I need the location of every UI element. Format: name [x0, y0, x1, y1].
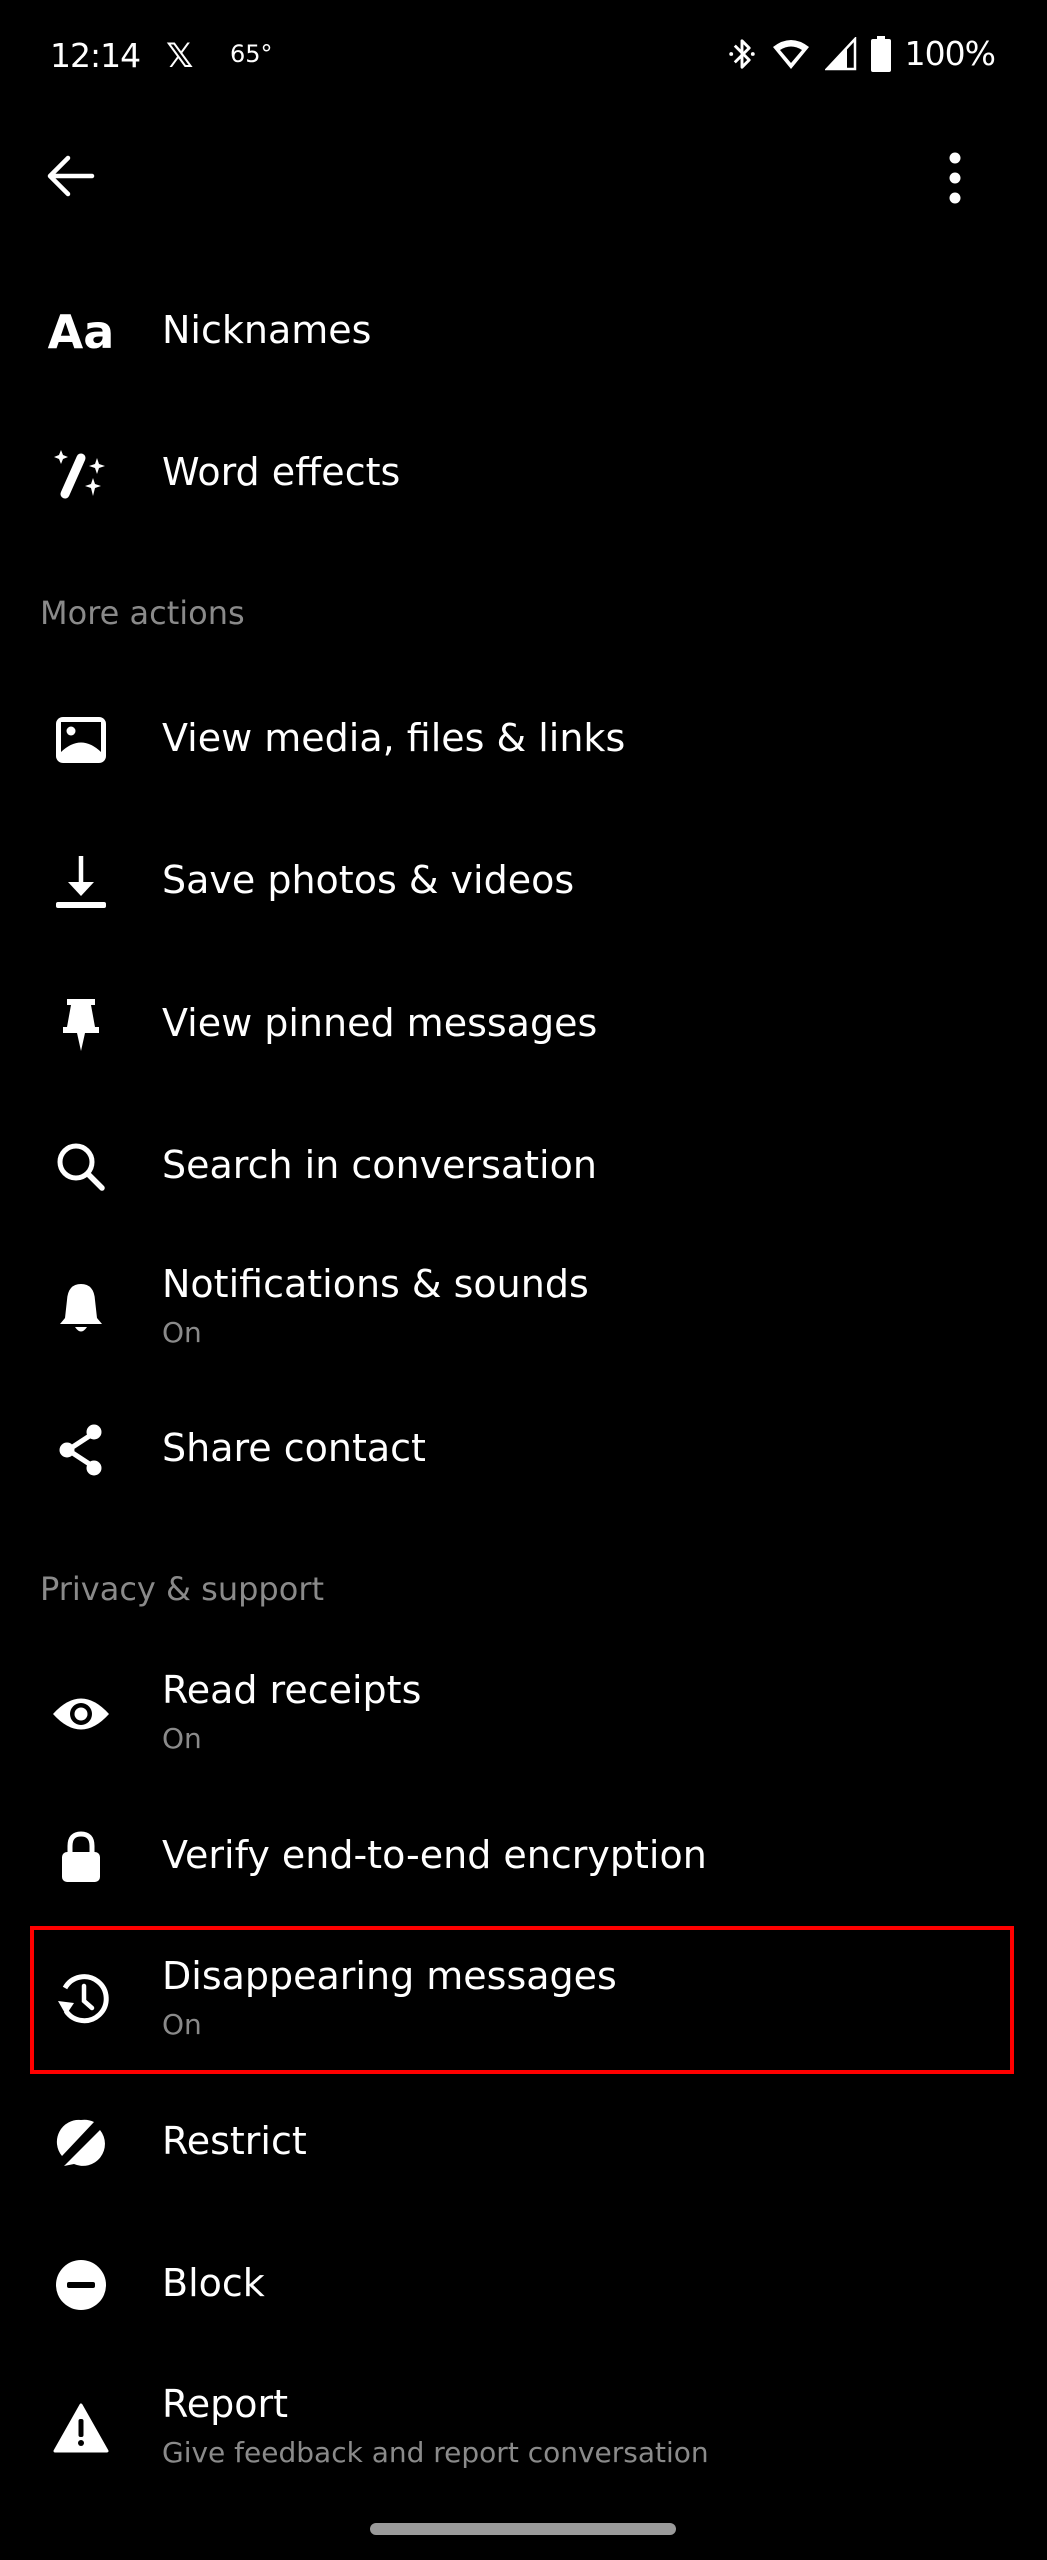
menu-item-label: Nicknames	[162, 308, 372, 352]
menu-item-label: Notifications & sounds	[162, 1262, 589, 1306]
menu-item-label: View pinned messages	[162, 1001, 598, 1045]
block-icon	[46, 2250, 116, 2320]
menu-item-restrict[interactable]: Restrict	[0, 2083, 1047, 2203]
top-toolbar	[0, 140, 1047, 210]
battery-icon	[870, 35, 891, 72]
menu-item-label: Word effects	[162, 450, 401, 494]
text-aa-icon: Aa	[47, 305, 115, 359]
menu-item-notifications[interactable]: Notifications & sounds On	[0, 1248, 1047, 1368]
menu-item-label: View media, files & links	[162, 716, 626, 760]
menu-item-read-receipts[interactable]: Read receipts On	[0, 1654, 1047, 1774]
menu-item-pinned-messages[interactable]: View pinned messages	[0, 965, 1047, 1085]
highlight-box	[30, 1926, 1014, 2074]
share-icon	[46, 1415, 116, 1485]
magic-wand-sparkles-icon	[46, 439, 116, 509]
menu-item-share-contact[interactable]: Share contact	[0, 1390, 1047, 1510]
menu-item-verify-encryption[interactable]: Verify end-to-end encryption	[0, 1797, 1047, 1917]
bell-icon	[46, 1273, 116, 1343]
search-icon	[46, 1132, 116, 1202]
lock-icon	[46, 1822, 116, 1892]
status-bar: 12:14 𝕏 65° 100%	[0, 0, 1047, 115]
menu-item-word-effects[interactable]: Word effects	[0, 414, 1047, 534]
download-icon	[46, 847, 116, 917]
menu-item-view-media[interactable]: View media, files & links	[0, 680, 1047, 800]
wifi-icon	[772, 39, 809, 69]
cellular-signal-icon	[824, 36, 856, 70]
menu-item-search-conversation[interactable]: Search in conversation	[0, 1107, 1047, 1227]
menu-item-label: Share contact	[162, 1426, 426, 1470]
menu-item-label: Restrict	[162, 2119, 307, 2163]
home-gesture-bar[interactable]	[370, 2523, 676, 2535]
back-arrow-icon	[47, 155, 95, 197]
eye-icon	[46, 1679, 116, 1749]
more-options-button[interactable]	[935, 150, 975, 206]
menu-item-block[interactable]: Block	[0, 2225, 1047, 2345]
menu-item-label: Save photos & videos	[162, 858, 575, 902]
bluetooth-icon	[728, 38, 755, 69]
menu-item-label: Search in conversation	[162, 1143, 597, 1187]
image-icon	[46, 705, 116, 775]
restrict-icon	[46, 2108, 116, 2178]
menu-item-label: Read receipts	[162, 1668, 422, 1712]
menu-item-status: On	[162, 1316, 202, 1349]
menu-item-label: Verify end-to-end encryption	[162, 1833, 707, 1877]
warning-icon	[46, 2393, 116, 2463]
section-header-privacy-support: Privacy & support	[40, 1570, 325, 1608]
status-time: 12:14	[50, 36, 141, 75]
menu-item-label: Block	[162, 2261, 265, 2305]
menu-item-label: Report	[162, 2382, 288, 2426]
menu-item-description: Give feedback and report conversation	[162, 2436, 709, 2469]
status-temperature: 65°	[230, 40, 273, 68]
menu-item-report[interactable]: Report Give feedback and report conversa…	[0, 2368, 1047, 2488]
section-header-more-actions: More actions	[40, 594, 245, 632]
x-logo-icon: 𝕏	[166, 36, 194, 76]
menu-item-nicknames[interactable]: Aa Nicknames	[0, 272, 1047, 392]
menu-item-save-photos[interactable]: Save photos & videos	[0, 822, 1047, 942]
more-options-icon	[949, 152, 961, 204]
pin-icon	[46, 990, 116, 1060]
battery-percentage: 100%	[904, 34, 996, 73]
back-button[interactable]	[44, 150, 96, 202]
menu-item-status: On	[162, 1722, 202, 1755]
